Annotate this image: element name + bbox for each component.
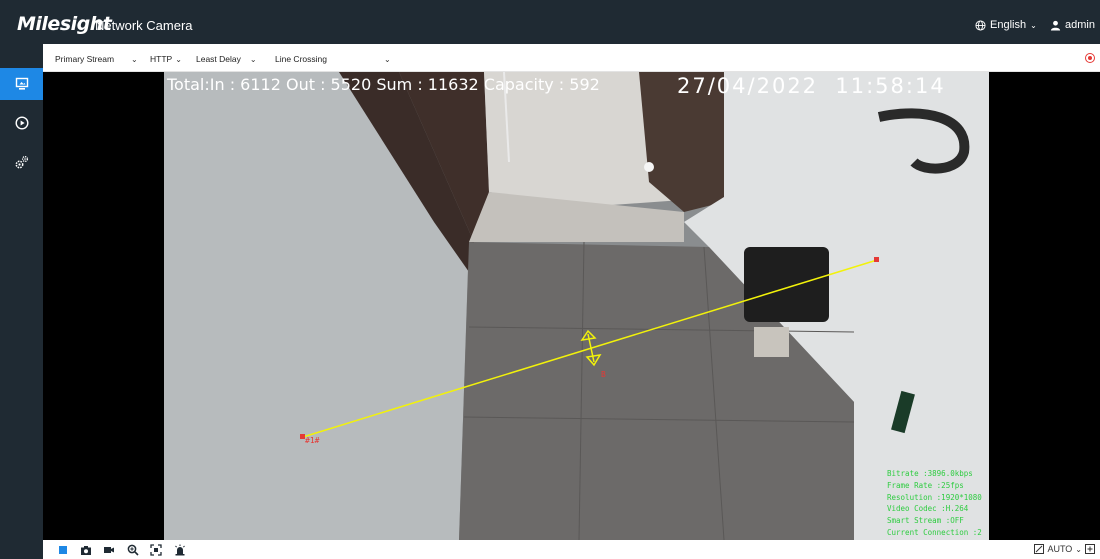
user-icon bbox=[1050, 20, 1061, 31]
bottom-toolbar: AUTO ⌄ bbox=[43, 540, 1100, 559]
osd-bitrate: Bitrate :3896.0kbps bbox=[887, 469, 973, 478]
camera-frame bbox=[164, 72, 989, 540]
vca-mode-select-label: Line Crossing bbox=[275, 54, 327, 64]
chevron-down-icon: ⌄ bbox=[175, 54, 182, 64]
osd-datetime: 27/04/2022 11:58:14 bbox=[677, 74, 946, 98]
camera-scene-illustration bbox=[164, 72, 989, 540]
play-circle-icon bbox=[14, 116, 29, 130]
chevron-down-icon: ⌄ bbox=[249, 54, 257, 64]
osd-connections: Current Connection :2 bbox=[887, 527, 982, 537]
vca-mode-select[interactable]: Line Crossing ⌄ bbox=[275, 54, 391, 64]
chevron-down-icon: ⌄ bbox=[383, 54, 391, 64]
direction-label: B bbox=[601, 370, 606, 379]
sidebar-item-settings[interactable] bbox=[0, 146, 43, 178]
view-mode-label: AUTO bbox=[1047, 544, 1073, 554]
language-selector[interactable]: English ⌄ bbox=[975, 19, 1037, 31]
sidebar-item-playback[interactable] bbox=[0, 107, 43, 139]
record-video-icon[interactable] bbox=[103, 544, 115, 556]
snapshot-icon[interactable] bbox=[80, 544, 92, 556]
chevron-down-icon: ⌄ bbox=[1075, 544, 1082, 554]
top-bar: Milesight Network Camera English ⌄ admin… bbox=[0, 0, 1100, 44]
osd-status-panel: Bitrate :3896.0kbps Frame Rate :25fps Re… bbox=[887, 468, 982, 539]
sidebar-item-live-view[interactable] bbox=[0, 68, 43, 100]
delay-select[interactable]: Least Delay ⌄ bbox=[196, 54, 257, 64]
osd-video-codec: Video Codec :H.264 bbox=[887, 504, 969, 514]
view-mode-select[interactable]: AUTO ⌄ bbox=[1034, 544, 1095, 554]
chevron-down-icon: ⌄ bbox=[1030, 20, 1037, 30]
globe-icon bbox=[975, 19, 986, 31]
osd-counter: Total:In : 6112 Out : 5520 Sum : 11632 C… bbox=[167, 75, 600, 94]
product-name: Network Camera bbox=[95, 18, 193, 33]
stream-select-label: Primary Stream bbox=[55, 54, 115, 64]
stop-icon[interactable] bbox=[57, 544, 69, 556]
fit-screen-icon[interactable] bbox=[150, 544, 162, 556]
protocol-select-label: HTTP bbox=[150, 54, 173, 64]
zoom-icon[interactable] bbox=[127, 544, 139, 556]
osd-resolution: Resolution :1920*1080 bbox=[887, 492, 982, 502]
chevron-down-icon: ⌄ bbox=[131, 54, 138, 64]
stream-select[interactable]: Primary Stream ⌄ bbox=[55, 54, 138, 64]
aspect-ratio-icon bbox=[1034, 544, 1045, 554]
live-video-view[interactable]: Total:In : 6112 Out : 5520 Sum : 11632 C… bbox=[43, 72, 1100, 540]
stream-toolbar: Primary Stream ⌄ HTTP ⌄ Least Delay ⌄ Li… bbox=[43, 44, 1100, 72]
user-menu[interactable]: admin ⌄ bbox=[1050, 19, 1100, 31]
sidebar bbox=[0, 44, 43, 559]
line-endpoint-end[interactable] bbox=[874, 257, 879, 262]
delay-select-label: Least Delay bbox=[196, 54, 241, 64]
fullscreen-icon[interactable] bbox=[1085, 544, 1095, 554]
osd-smart-stream: Smart Stream :OFF bbox=[887, 516, 964, 526]
monitor-icon bbox=[15, 77, 28, 90]
protocol-select[interactable]: HTTP ⌄ bbox=[150, 54, 182, 64]
alarm-icon[interactable] bbox=[174, 544, 186, 556]
osd-frame-rate: Frame Rate :25fps bbox=[887, 480, 964, 490]
language-label: English bbox=[990, 19, 1027, 31]
gears-icon bbox=[15, 155, 28, 169]
user-label: admin bbox=[1065, 19, 1095, 31]
record-button[interactable] bbox=[1085, 53, 1095, 63]
line-id-label: #1# bbox=[305, 436, 320, 445]
